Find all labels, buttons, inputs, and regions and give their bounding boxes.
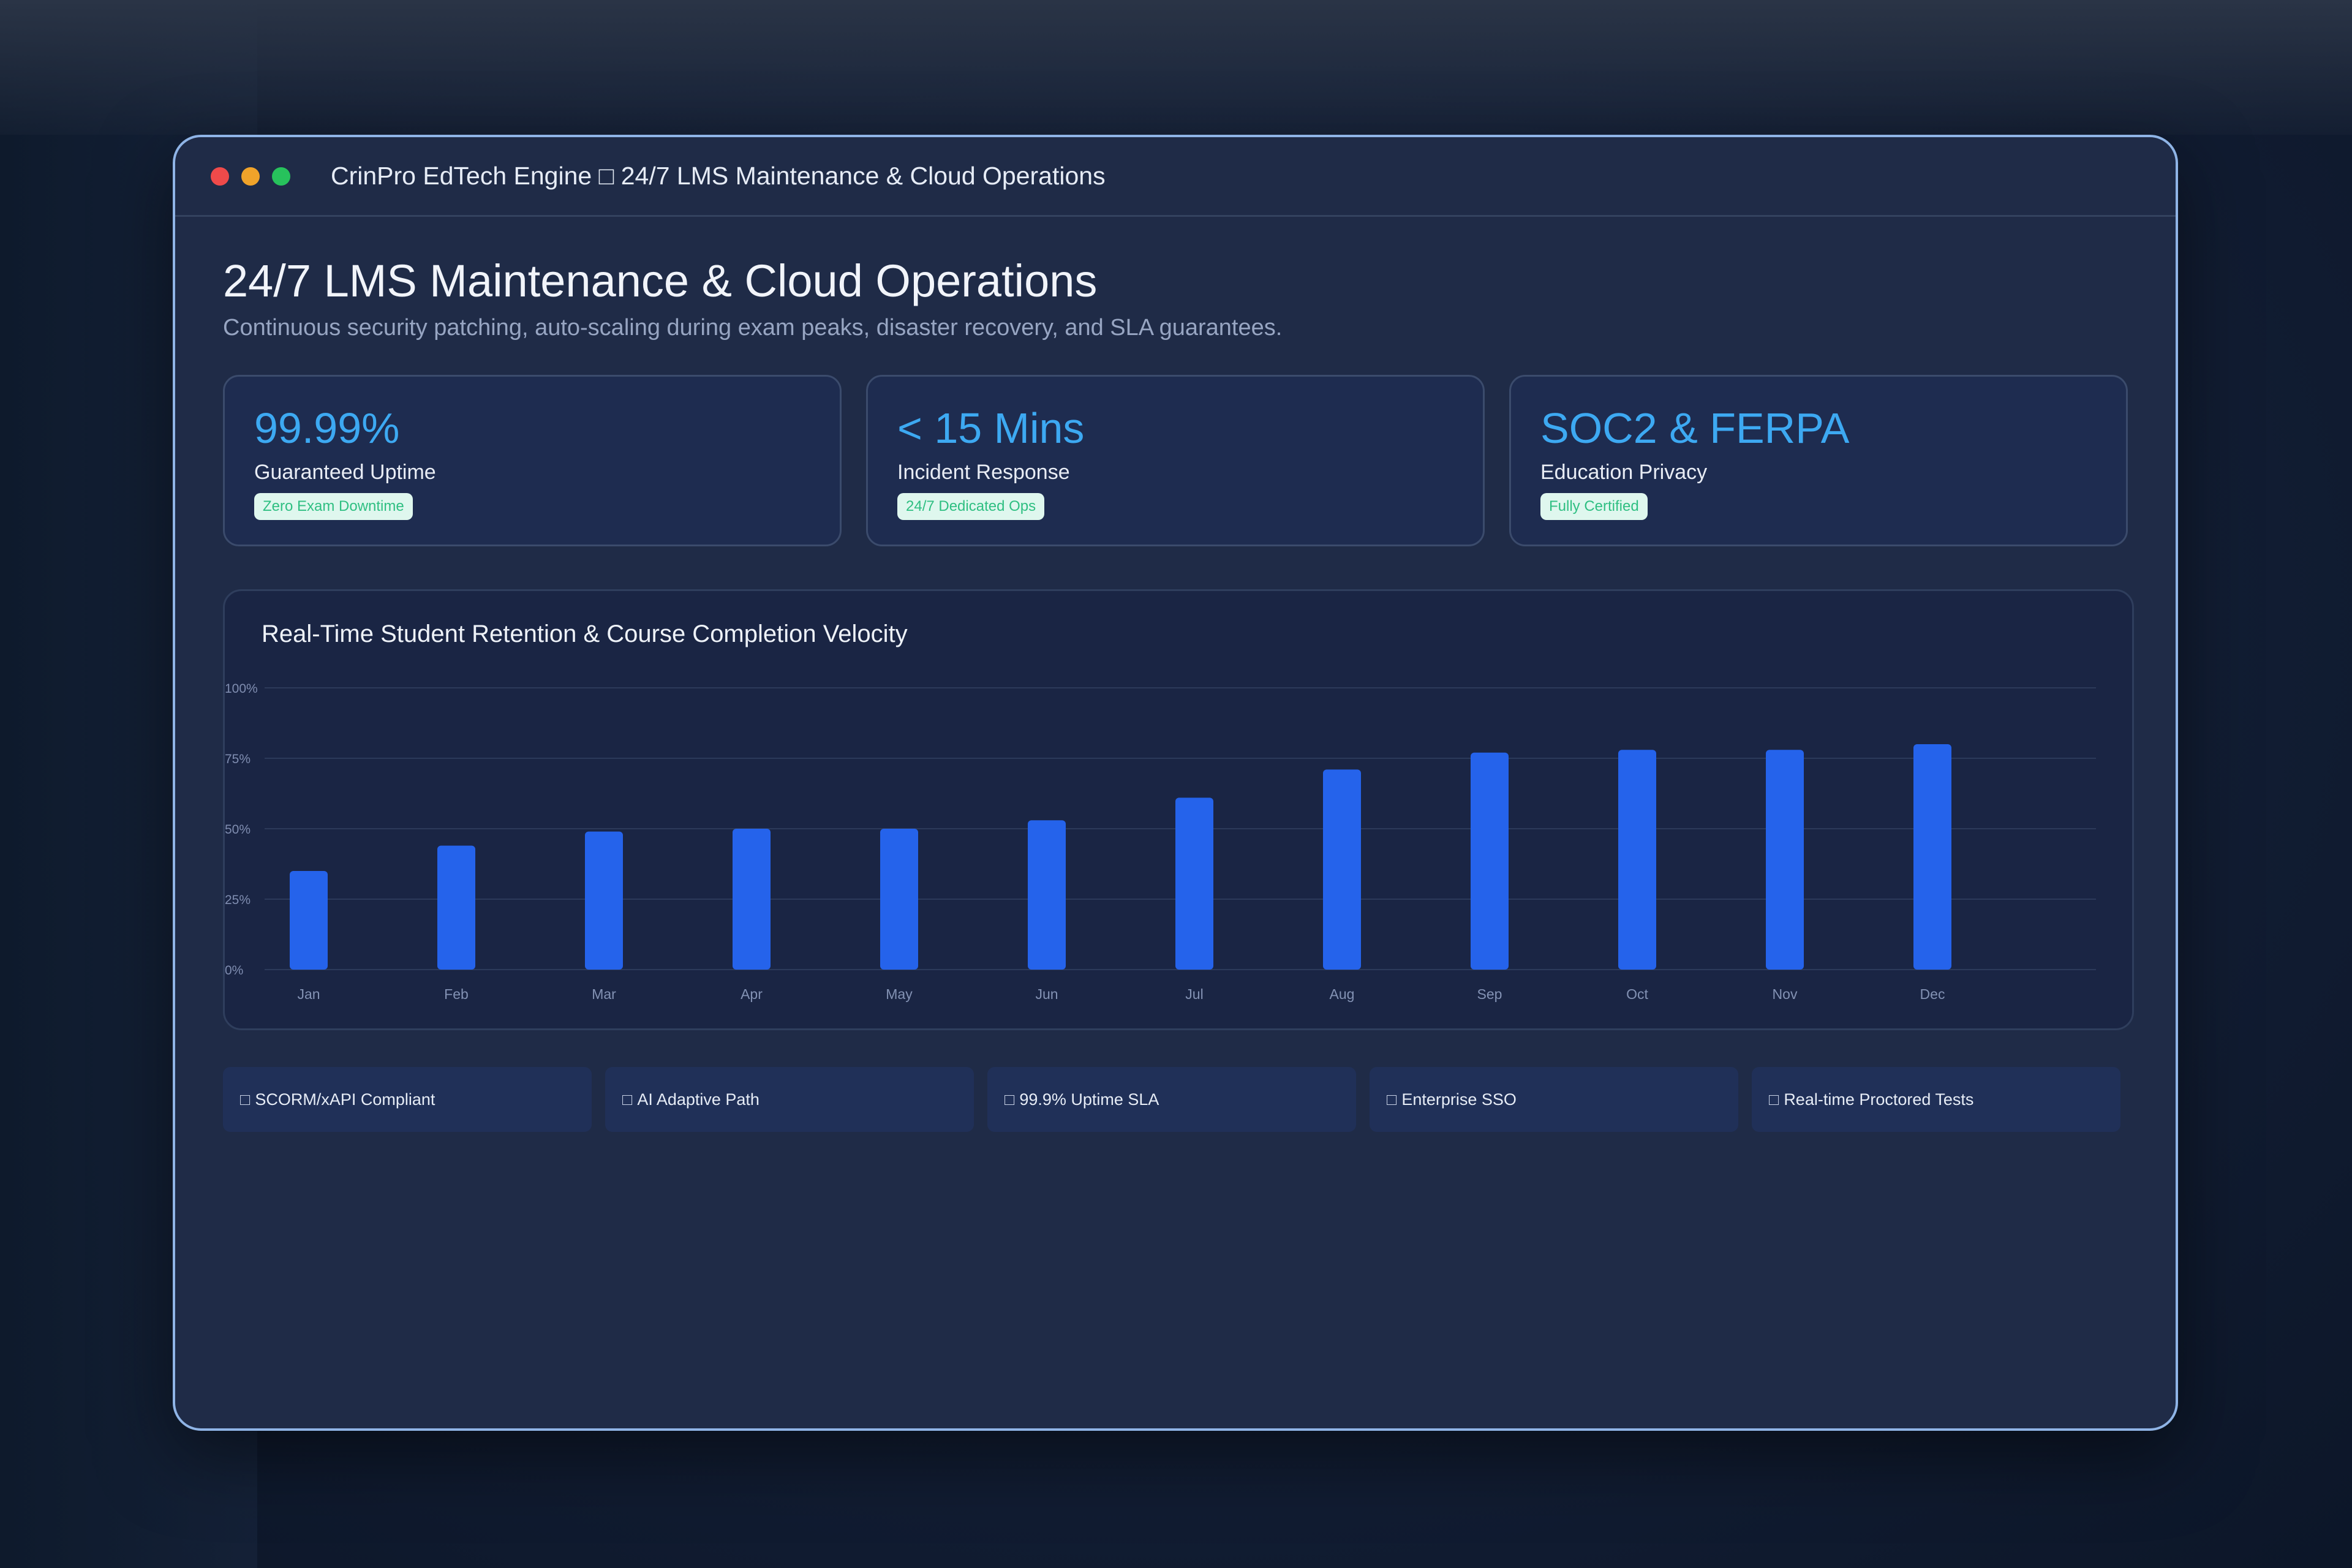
- chart-bar-oct: [1618, 750, 1656, 970]
- feature-list: □ SCORM/xAPI Compliant □ AI Adaptive Pat…: [223, 1067, 2128, 1132]
- chart-bar-jun: [1028, 820, 1066, 970]
- chart-bar-feb: [437, 845, 475, 970]
- stats-row: 99.99% Guaranteed Uptime Zero Exam Downt…: [223, 375, 2128, 546]
- status-badge: 24/7 Dedicated Ops: [897, 493, 1045, 520]
- chart-bar-sep: [1471, 752, 1509, 970]
- app-window: CrinPro EdTech Engine □ 24/7 LMS Mainten…: [173, 135, 2178, 1431]
- feature-label: Enterprise SSO: [1401, 1090, 1517, 1109]
- retention-chart-card: 0% 25% 50% 75% 100% Jan Feb Mar Apr May Jun Jul Aug S…: [223, 589, 2134, 1030]
- y-tick-label: 25%: [225, 893, 251, 907]
- chart-bar-apr: [733, 829, 771, 970]
- y-tick-label: 75%: [225, 752, 251, 766]
- retention-bar-chart: 0% 25% 50% 75% 100% Jan Feb Mar Apr May Jun Jul Aug S…: [225, 682, 2096, 1002]
- feature-icon: □: [240, 1090, 251, 1109]
- feature-label: 99.9% Uptime SLA: [1019, 1090, 1159, 1109]
- chart-bar-mar: [585, 831, 623, 970]
- status-badge: Zero Exam Downtime: [254, 493, 413, 520]
- page-title: 24/7 LMS Maintenance & Cloud Operations: [223, 255, 1098, 306]
- minimize-window-button[interactable]: [241, 167, 260, 186]
- chart-bar-nov: [1766, 750, 1804, 970]
- chart-title: Real-Time Student Retention & Course Com…: [262, 620, 908, 647]
- stat-label: Incident Response: [897, 461, 1070, 484]
- feature-chip-scorm: □ SCORM/xAPI Compliant: [223, 1067, 592, 1132]
- y-tick-label: 100%: [225, 682, 258, 696]
- page-subtitle: Continuous security patching, auto-scali…: [223, 315, 1283, 341]
- window-title: CrinPro EdTech Engine □ 24/7 LMS Mainten…: [331, 162, 1106, 190]
- feature-label: Real-time Proctored Tests: [1784, 1090, 1974, 1109]
- stat-value: < 15 Mins: [897, 404, 1085, 452]
- stat-card-incident-response: < 15 Mins Incident Response 24/7 Dedicat…: [866, 375, 1485, 546]
- feature-chip-ai-path: □ AI Adaptive Path: [605, 1067, 974, 1132]
- background-blur-top: [0, 0, 2352, 135]
- stat-value: 99.99%: [254, 404, 400, 452]
- close-window-button[interactable]: [211, 167, 229, 186]
- x-tick-label: Sep: [1477, 986, 1502, 1002]
- chart-bar-jan: [290, 871, 328, 970]
- x-tick-label: Oct: [1626, 986, 1648, 1002]
- x-tick-label: Dec: [1920, 986, 1945, 1002]
- x-tick-label: Apr: [741, 986, 763, 1002]
- x-tick-label: Feb: [444, 986, 469, 1002]
- x-tick-label: May: [886, 986, 913, 1002]
- chart-bar-dec: [1913, 744, 1951, 970]
- chart-bar-jul: [1175, 797, 1213, 970]
- feature-label: AI Adaptive Path: [637, 1090, 760, 1109]
- feature-chip-uptime-sla: □ 99.9% Uptime SLA: [987, 1067, 1356, 1132]
- feature-icon: □: [1005, 1090, 1015, 1109]
- feature-icon: □: [622, 1090, 633, 1109]
- x-tick-label: Jul: [1185, 986, 1203, 1002]
- feature-chip-sso: □ Enterprise SSO: [1370, 1067, 1738, 1132]
- x-tick-label: Aug: [1330, 986, 1355, 1002]
- title-bar: CrinPro EdTech Engine □ 24/7 LMS Mainten…: [175, 137, 2176, 217]
- feature-icon: □: [1769, 1090, 1779, 1109]
- chart-bar-aug: [1323, 769, 1361, 970]
- main-content: 24/7 LMS Maintenance & Cloud Operations …: [175, 217, 2176, 1132]
- stat-card-privacy: SOC2 & FERPA Education Privacy Fully Cer…: [1509, 375, 2128, 546]
- x-tick-label: Mar: [592, 986, 616, 1002]
- feature-chip-proctored-tests: □ Real-time Proctored Tests: [1752, 1067, 2120, 1132]
- stat-label: Education Privacy: [1540, 461, 1708, 484]
- feature-icon: □: [1387, 1090, 1397, 1109]
- chart-bar-may: [880, 829, 918, 970]
- stat-card-uptime: 99.99% Guaranteed Uptime Zero Exam Downt…: [223, 375, 842, 546]
- maximize-window-button[interactable]: [272, 167, 290, 186]
- stat-value: SOC2 & FERPA: [1540, 404, 1850, 452]
- x-tick-label: Jan: [297, 986, 320, 1002]
- x-tick-label: Jun: [1035, 986, 1058, 1002]
- stat-label: Guaranteed Uptime: [254, 461, 436, 484]
- status-badge: Fully Certified: [1540, 493, 1648, 520]
- y-tick-label: 0%: [225, 963, 243, 978]
- x-tick-label: Nov: [1773, 986, 1798, 1002]
- y-tick-label: 50%: [225, 823, 251, 837]
- feature-label: SCORM/xAPI Compliant: [255, 1090, 435, 1109]
